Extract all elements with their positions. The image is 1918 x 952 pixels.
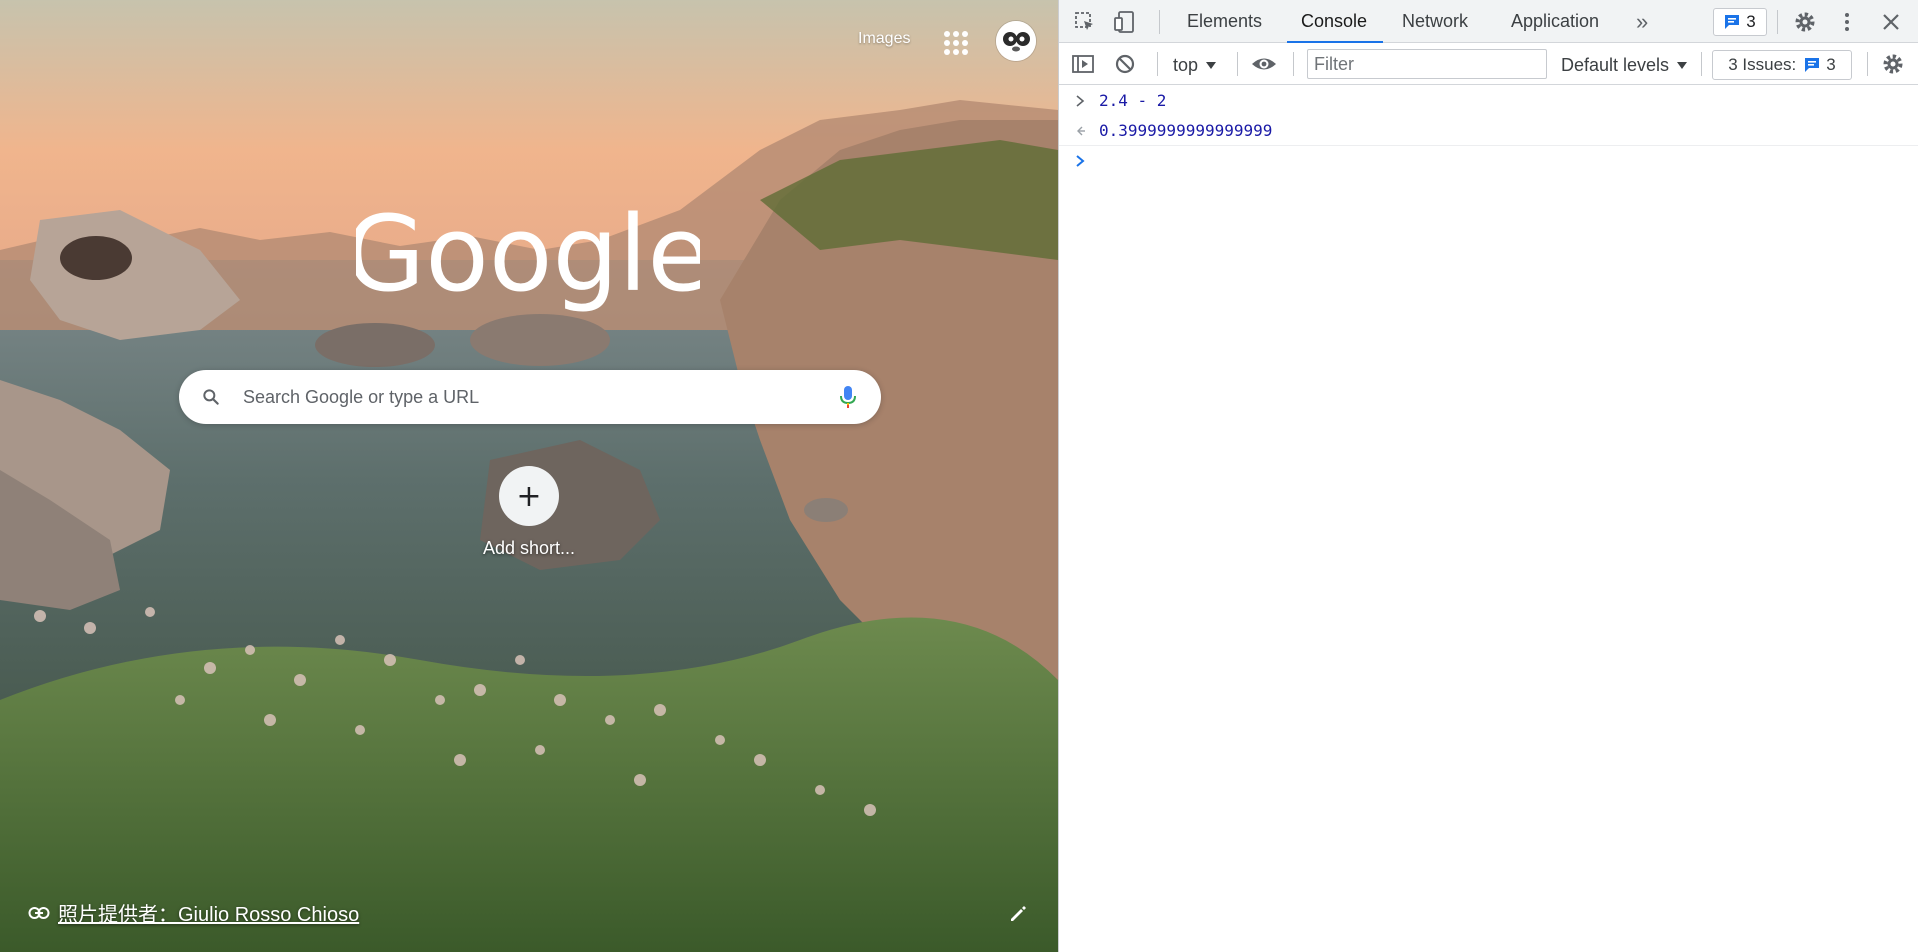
toggle-sidebar-icon[interactable] (1071, 52, 1095, 76)
tab-application[interactable]: Application (1511, 0, 1599, 43)
customize-pencil-icon[interactable] (1008, 904, 1028, 924)
tab-network[interactable]: Network (1402, 0, 1468, 43)
console-filter-input[interactable] (1307, 49, 1547, 79)
issues-badge-button[interactable]: 3 (1713, 8, 1767, 36)
photo-attribution-link[interactable]: 照片提供者：Giulio Rosso Chioso (28, 898, 359, 927)
plus-icon: + (499, 466, 559, 526)
new-tab-page: Images Google Search Google or type a UR… (0, 0, 1058, 952)
search-placeholder: Search Google or type a URL (243, 387, 480, 407)
attribution-text: 照片提供者：Giulio Rosso Chioso (58, 904, 360, 926)
add-shortcut-label: Add short... (482, 538, 576, 558)
message-icon (1805, 58, 1820, 72)
result-arrow-icon (1077, 126, 1085, 136)
svg-text:Google: Google (356, 194, 700, 315)
prompt-chevron-icon (1076, 155, 1085, 167)
input-chevron-icon (1076, 95, 1085, 107)
dropdown-arrow-icon (1677, 61, 1688, 69)
images-link[interactable]: Images (858, 30, 910, 48)
link-icon (28, 906, 50, 919)
inspect-element-icon[interactable] (1073, 10, 1097, 34)
more-tabs-icon[interactable]: » (1636, 0, 1648, 43)
add-shortcut-button[interactable]: + Add short... (462, 466, 596, 578)
dropdown-arrow-icon (1206, 61, 1217, 69)
google-logo: Google (345, 193, 712, 324)
search-box[interactable]: Search Google or type a URL (179, 370, 881, 424)
live-expression-eye-icon[interactable] (1251, 52, 1277, 76)
tab-elements[interactable]: Elements (1187, 0, 1262, 43)
more-options-icon[interactable] (1835, 10, 1859, 34)
console-input-entry: 2.4 - 2 (1059, 86, 1918, 116)
clear-console-icon[interactable] (1113, 52, 1137, 76)
devtools-tab-bar: Elements Console Network Application » 3 (1059, 0, 1918, 43)
console-result-entry: 0.3999999999999999 (1059, 116, 1918, 146)
tab-console[interactable]: Console (1286, 0, 1384, 43)
log-levels-dropdown[interactable]: Default levels (1561, 52, 1688, 78)
console-input-text: 2.4 - 2 (1099, 91, 1167, 110)
google-apps-icon[interactable] (941, 28, 971, 58)
issues-button[interactable]: 3 Issues: 3 (1712, 50, 1852, 80)
console-settings-gear-icon[interactable] (1881, 52, 1905, 76)
devtools-panel: Elements Console Network Application » 3 (1058, 0, 1918, 952)
account-avatar[interactable] (996, 21, 1036, 61)
javascript-context-select[interactable]: top (1173, 52, 1217, 78)
console-output[interactable]: 2.4 - 2 0.3999999999999999 (1059, 86, 1918, 952)
voice-search-icon[interactable] (839, 385, 857, 409)
search-icon (203, 389, 219, 405)
console-toolbar: top Default levels 3 Issues: 3 (1059, 43, 1918, 85)
console-result-text: 0.3999999999999999 (1099, 121, 1273, 140)
console-prompt[interactable] (1059, 146, 1918, 176)
device-toolbar-icon[interactable] (1113, 10, 1137, 34)
close-devtools-icon[interactable] (1879, 10, 1903, 34)
issues-badge-count: 3 (1746, 12, 1756, 31)
settings-gear-icon[interactable] (1793, 10, 1817, 34)
message-icon (1725, 15, 1740, 29)
